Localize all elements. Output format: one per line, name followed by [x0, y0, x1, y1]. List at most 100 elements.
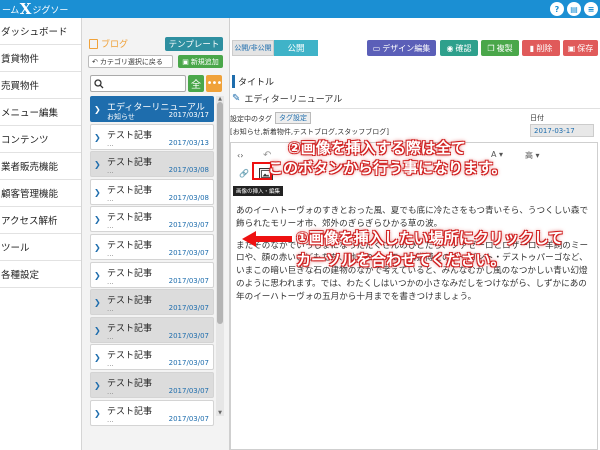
list-item[interactable]: ❯ テスト記事... 2017/03/07	[90, 206, 214, 233]
list-item[interactable]: ❯ テスト記事... 2017/03/13	[90, 123, 214, 150]
post-list-scrollbar[interactable]: ▲ ▼	[216, 96, 224, 416]
sidebar-item-label: アクセス解析	[1, 216, 58, 227]
save-icon: ▣	[567, 43, 576, 53]
sidebar-item-label: ダッシュボード	[1, 27, 68, 38]
post-title: テスト記事	[107, 185, 153, 196]
template-button[interactable]: テンプレート	[165, 37, 223, 51]
search-all-button[interactable]: 全	[188, 75, 204, 92]
blog-list-panel: ブログ テンプレート ↶ カテゴリ選択に戻る ▣ 新規追加 全 ••• ❯ エディ…	[82, 18, 230, 450]
more-options-button[interactable]: •••	[206, 75, 222, 92]
paragraph-1: あのイーハトーヴォのすきとおった風、夏でも底に冷たさをもつ青いそら、うつくしい森…	[236, 206, 589, 229]
post-date: 2017/03/17	[168, 111, 209, 119]
callout-1-line-2: カーソルを合わせてください。	[296, 251, 506, 269]
save-label: 保存	[577, 43, 594, 53]
sidebar-item-contents[interactable]: コンテンツ	[0, 126, 81, 153]
chevron-right-icon: ❯	[94, 381, 101, 390]
sidebar-item-label: 各種設定	[1, 270, 40, 281]
rich-text-editor[interactable]: ‹› ↶ 🔗 A ▾ 高 ▾ 画像の挿入・編集 あのイーハトーヴォのすきとおった…	[230, 142, 598, 450]
post-excerpt: ...	[107, 388, 114, 396]
list-item[interactable]: ❯ テスト記事... 2017/03/07	[90, 372, 214, 398]
post-date: 2017/03/07	[168, 359, 209, 368]
tab-public[interactable]: 公開	[274, 40, 318, 56]
chevron-right-icon: ❯	[94, 243, 101, 252]
list-item[interactable]: ❯ テスト記事... 2017/03/07	[90, 316, 214, 343]
list-item[interactable]: ❯ エディターリニューアル お知らせ 2017/03/17	[90, 96, 214, 122]
design-edit-label: デザイン編集	[382, 43, 431, 53]
layout-icon[interactable]: ▤	[567, 2, 581, 16]
post-category: お知らせ	[107, 113, 135, 121]
date-label: 日付	[530, 114, 544, 122]
link-icon[interactable]: 🔗	[239, 169, 249, 178]
sidebar-item-label: 顧客管理機能	[1, 189, 59, 200]
post-excerpt: ...	[107, 332, 114, 341]
back-arrow-icon: ↶	[92, 57, 98, 66]
sidebar-item-rental[interactable]: 賃貸物件	[0, 45, 81, 72]
source-code-icon[interactable]: ‹›	[237, 151, 243, 160]
trash-icon: ▮	[529, 43, 535, 53]
duplicate-button[interactable]: ❐ 複製	[481, 40, 519, 56]
save-button[interactable]: ▣ 保存	[563, 40, 598, 56]
category-back-label: カテゴリ選択に戻る	[99, 57, 163, 66]
sidebar-item-label: ツール	[1, 243, 30, 254]
post-date: 2017/03/13	[168, 138, 209, 147]
post-title: テスト記事	[107, 351, 153, 362]
date-field[interactable]: 2017-03-17	[530, 124, 594, 137]
sidebar-item-settings[interactable]: 各種設定	[0, 261, 81, 288]
title-field[interactable]: ✎ エディターリニューアル	[232, 92, 342, 105]
menu-icon[interactable]: ≡	[584, 2, 598, 16]
chevron-right-icon: ❯	[94, 353, 101, 363]
search-icon	[94, 78, 104, 88]
chevron-right-icon: ❯	[94, 325, 101, 335]
sidebar-item-menu-edit[interactable]: メニュー編集	[0, 99, 81, 126]
format-icon[interactable]: 高 ▾	[525, 150, 540, 161]
help-icon[interactable]: ?	[550, 2, 564, 16]
scroll-down-icon[interactable]: ▼	[216, 410, 224, 416]
chevron-right-icon: ❯	[94, 298, 101, 308]
eye-icon: ◉	[446, 43, 454, 53]
sidebar-item-customer[interactable]: 顧客管理機能	[0, 180, 81, 207]
post-date: 2017/03/07	[168, 249, 209, 257]
delete-button[interactable]: ▮ 削除	[522, 40, 560, 56]
tab-public-toggle[interactable]: 公開/非公開	[232, 40, 274, 56]
callout-2-line-2: このボタンから行う事になります。	[268, 159, 507, 177]
post-excerpt: ...	[107, 139, 114, 148]
callout-1-line-1: ①画像を挿入したい場所にクリックして	[296, 229, 564, 247]
sidebar-item-label: 業者販売機能	[1, 162, 59, 173]
list-item[interactable]: ❯ テスト記事... 2017/03/07	[90, 289, 214, 316]
list-item[interactable]: ❯ テスト記事... 2017/03/08	[90, 178, 214, 205]
blog-heading: ブログ	[89, 37, 128, 50]
scrollbar-thumb[interactable]	[217, 102, 223, 324]
plus-icon: ▣	[182, 57, 189, 66]
list-item[interactable]: ❯ テスト記事... 2017/03/07	[90, 399, 214, 426]
duplicate-label: 複製	[496, 43, 513, 53]
new-post-button[interactable]: ▣ 新規追加	[178, 55, 223, 68]
post-title: テスト記事	[107, 158, 153, 169]
logo-text-right: ジグソー	[32, 5, 69, 16]
chevron-right-icon: ❯	[94, 132, 101, 142]
sidebar-item-label: コンテンツ	[1, 135, 49, 146]
sidebar-item-label: メニュー編集	[1, 108, 59, 119]
design-edit-button[interactable]: ▭ デザイン編集	[367, 40, 436, 56]
sidebar-item-sale[interactable]: 売買物件	[0, 72, 81, 99]
preview-button[interactable]: ◉ 確認	[440, 40, 478, 56]
sidebar-item-label: 賃貸物件	[1, 54, 40, 65]
post-title: テスト記事	[107, 406, 153, 417]
app-logo[interactable]: ーム X ジグソー	[0, 0, 68, 18]
search-input[interactable]	[90, 75, 186, 92]
list-item[interactable]: ❯ テスト記事... 2017/03/08	[90, 151, 214, 178]
post-excerpt: ...	[107, 277, 114, 286]
sidebar-item-dealer[interactable]: 業者販売機能	[0, 153, 81, 180]
list-item[interactable]: ❯ テスト記事... 2017/03/07	[90, 344, 214, 371]
chevron-right-icon: ❯	[94, 215, 101, 225]
sidebar-item-dashboard[interactable]: ダッシュボード	[0, 18, 81, 45]
sidebar-item-tools[interactable]: ツール	[0, 234, 81, 261]
post-title: テスト記事	[107, 296, 153, 307]
sidebar-item-analytics[interactable]: アクセス解析	[0, 207, 81, 234]
monitor-icon: ▭	[372, 43, 381, 53]
title-value: エディターリニューアル	[244, 95, 343, 105]
category-back-button[interactable]: ↶ カテゴリ選択に戻る	[88, 55, 173, 68]
list-item[interactable]: ❯ テスト記事... 2017/03/07	[90, 261, 214, 288]
tag-settings-button[interactable]: タグ設定	[275, 112, 311, 124]
list-item[interactable]: ❯ テスト記事... 2017/03/07	[90, 234, 214, 260]
post-date: 2017/03/07	[168, 304, 209, 313]
